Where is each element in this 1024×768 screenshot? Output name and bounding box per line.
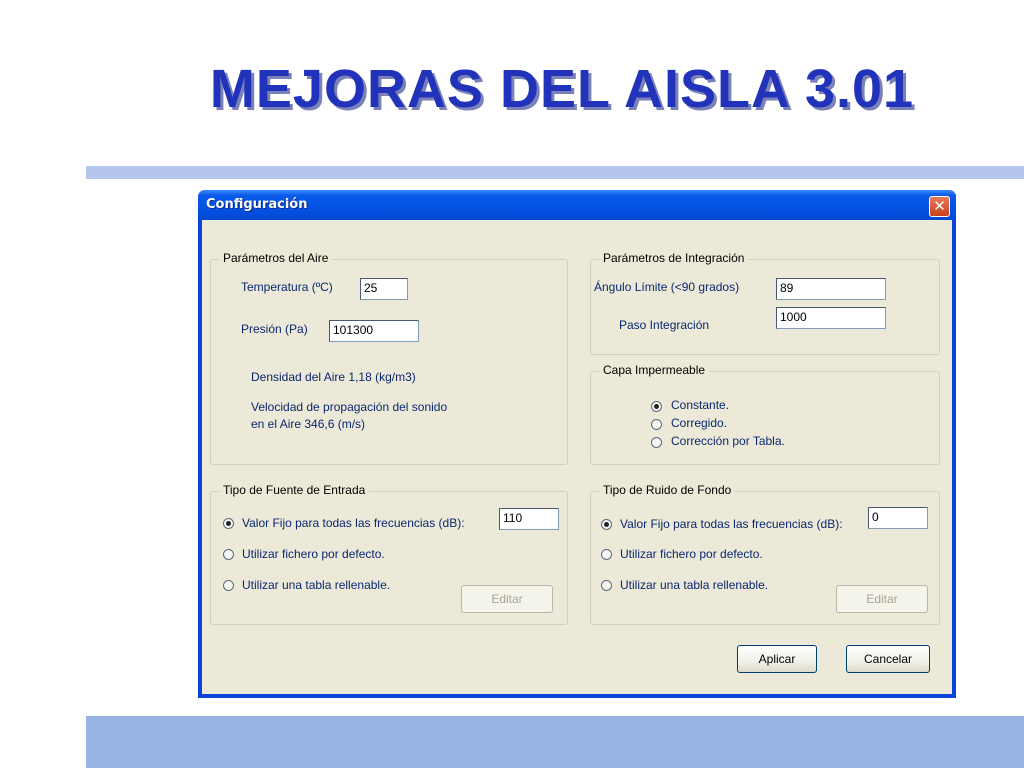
noise-edit-button[interactable]: Editar — [836, 585, 928, 613]
source-table-label[interactable]: Utilizar una tabla rellenable. — [242, 578, 390, 592]
input-source-group: Tipo de Fuente de Entrada Valor Fijo par… — [210, 483, 568, 625]
integration-step-input[interactable]: 1000 — [776, 307, 886, 329]
apply-button[interactable]: Aplicar — [737, 645, 817, 673]
source-default-file-label[interactable]: Utilizar fichero por defecto. — [242, 547, 385, 561]
noise-table-radio[interactable] — [601, 580, 612, 591]
noise-default-file-label[interactable]: Utilizar fichero por defecto. — [620, 547, 763, 561]
temperature-label: Temperatura (ºC) — [241, 280, 333, 294]
layer-option-corrected-label[interactable]: Corregido. — [671, 416, 727, 430]
source-edit-button[interactable]: Editar — [461, 585, 553, 613]
air-parameters-legend: Parámetros del Aire — [219, 251, 333, 265]
configuration-dialog: Configuración ✕ Parámetros del Aire Temp… — [198, 190, 956, 698]
layer-option-constant-radio[interactable] — [651, 401, 662, 412]
layer-option-table-radio[interactable] — [651, 437, 662, 448]
noise-default-file-radio[interactable] — [601, 549, 612, 560]
background-noise-legend: Tipo de Ruido de Fondo — [599, 483, 736, 497]
source-fixed-value-label[interactable]: Valor Fijo para todas las frecuencias (d… — [242, 516, 465, 530]
layer-option-corrected-radio[interactable] — [651, 419, 662, 430]
dialog-title: Configuración — [206, 197, 308, 212]
noise-table-label[interactable]: Utilizar una tabla rellenable. — [620, 578, 768, 592]
limit-angle-label: Ángulo Límite (<90 grados) — [594, 280, 740, 294]
sound-speed-text-line2: en el Aire 346,6 (m/s) — [251, 417, 366, 431]
limit-angle-input[interactable]: 89 — [776, 278, 886, 300]
noise-fixed-value-input[interactable]: 0 — [868, 507, 928, 529]
integration-step-label: Paso Integración — [619, 318, 710, 332]
layer-option-table-label[interactable]: Corrección por Tabla. — [671, 434, 785, 448]
air-parameters-group: Parámetros del Aire Temperatura (ºC) 25 … — [210, 251, 568, 465]
background-noise-group: Tipo de Ruido de Fondo Valor Fijo para t… — [590, 483, 940, 625]
input-source-legend: Tipo de Fuente de Entrada — [219, 483, 370, 497]
air-density-text: Densidad del Aire 1,18 (kg/m3) — [251, 370, 416, 384]
slide-title: MEJORAS DEL AISLA 3.01 — [209, 59, 915, 119]
bottom-decorative-band — [86, 716, 1024, 768]
integration-parameters-group: Parámetros de Integración Ángulo Límite … — [590, 251, 940, 355]
source-fixed-value-input[interactable]: 110 — [499, 508, 559, 530]
integration-parameters-legend: Parámetros de Integración — [599, 251, 749, 265]
source-default-file-radio[interactable] — [223, 549, 234, 560]
close-icon[interactable]: ✕ — [929, 196, 950, 217]
dialog-titlebar[interactable]: Configuración ✕ — [198, 190, 956, 220]
dialog-client-area: Parámetros del Aire Temperatura (ºC) 25 … — [202, 220, 952, 694]
impermeable-layer-legend: Capa Impermeable — [599, 363, 710, 377]
noise-fixed-value-label[interactable]: Valor Fijo para todas las frecuencias (d… — [620, 517, 843, 531]
source-table-radio[interactable] — [223, 580, 234, 591]
layer-option-constant-label[interactable]: Constante. — [671, 398, 729, 412]
sound-speed-text-line1: Velocidad de propagación del sonido — [251, 400, 448, 414]
pressure-label: Presión (Pa) — [241, 322, 308, 336]
source-fixed-value-radio[interactable] — [223, 518, 234, 529]
noise-fixed-value-radio[interactable] — [601, 519, 612, 530]
temperature-input[interactable]: 25 — [360, 278, 408, 300]
top-decorative-band — [86, 166, 1024, 179]
impermeable-layer-group: Capa Impermeable Constante. Corregido. C… — [590, 363, 940, 465]
cancel-button[interactable]: Cancelar — [846, 645, 930, 673]
pressure-input[interactable]: 101300 — [329, 320, 419, 342]
